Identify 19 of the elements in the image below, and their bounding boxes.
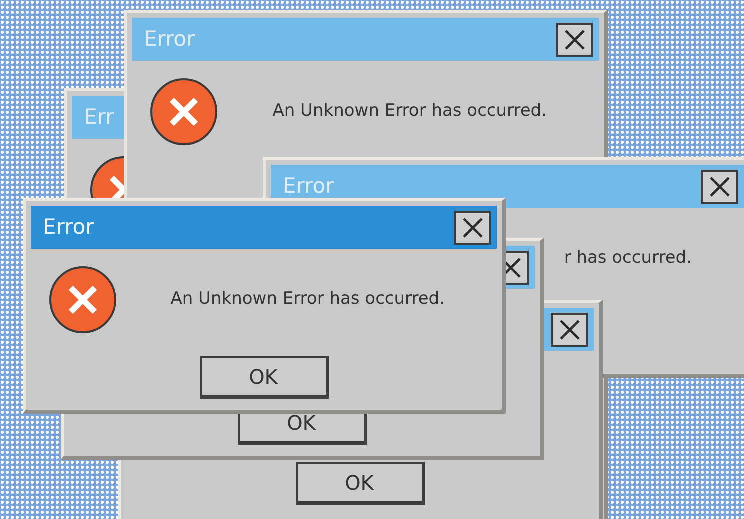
window-title: Error xyxy=(144,29,196,50)
close-button[interactable] xyxy=(551,312,588,346)
error-message: An Unknown Error has occurred. xyxy=(272,100,547,124)
close-button[interactable] xyxy=(556,22,593,56)
close-button[interactable] xyxy=(701,170,738,204)
ok-button[interactable]: OK xyxy=(200,356,328,399)
close-icon xyxy=(462,216,484,238)
ok-button[interactable]: OK xyxy=(296,462,424,505)
window-title: Error xyxy=(283,176,334,197)
close-icon xyxy=(564,28,586,50)
error-message: r has occurred. xyxy=(564,247,692,270)
window-title: Error xyxy=(43,217,94,238)
window-title: Err xyxy=(84,107,114,128)
close-button[interactable] xyxy=(454,210,491,244)
error-icon xyxy=(49,266,117,334)
close-icon xyxy=(708,176,730,198)
close-icon xyxy=(558,318,580,340)
error-message: An Unknown Error has occurred. xyxy=(170,288,445,312)
error-icon xyxy=(150,78,218,146)
